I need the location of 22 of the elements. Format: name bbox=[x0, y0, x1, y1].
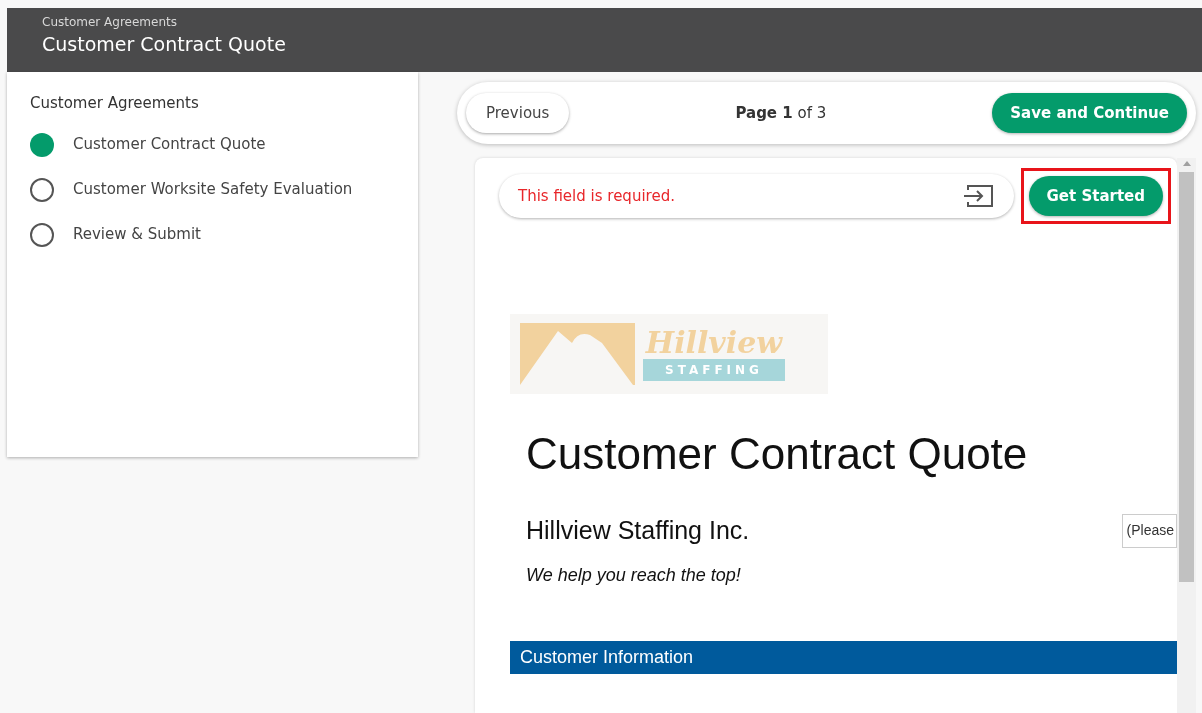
step-link[interactable]: Review & Submit bbox=[73, 223, 201, 246]
scrollbar[interactable] bbox=[1177, 158, 1196, 713]
previous-button[interactable]: Previous bbox=[466, 93, 570, 133]
exit-icon[interactable] bbox=[961, 184, 994, 208]
get-started-button[interactable]: Get Started bbox=[1028, 176, 1163, 216]
save-continue-button[interactable]: Save and Continue bbox=[992, 93, 1187, 133]
step-link[interactable]: Customer Contract Quote bbox=[73, 133, 266, 156]
company-field[interactable]: (Please bbox=[1121, 513, 1177, 548]
step-link[interactable]: Customer Worksite Safety Evaluation bbox=[73, 178, 353, 201]
mountain-icon bbox=[520, 323, 635, 385]
scroll-thumb[interactable] bbox=[1179, 172, 1194, 582]
breadcrumb: Customer Agreements bbox=[42, 14, 178, 30]
slogan: We help you reach the top! bbox=[526, 563, 742, 587]
sidebar-heading: Customer Agreements bbox=[30, 93, 200, 114]
page-indicator: Page 1 of 3 bbox=[735, 102, 827, 124]
document-title: Customer Contract Quote bbox=[526, 428, 1029, 480]
logo-name: Hillview bbox=[645, 327, 783, 359]
error-message: This field is required. bbox=[518, 185, 675, 207]
company-name: Hillview Staffing Inc. bbox=[526, 515, 750, 546]
logo-tagline: STAFFING bbox=[643, 359, 785, 381]
page-title: Customer Contract Quote bbox=[42, 32, 287, 57]
section-header: Customer Information bbox=[510, 640, 1177, 674]
